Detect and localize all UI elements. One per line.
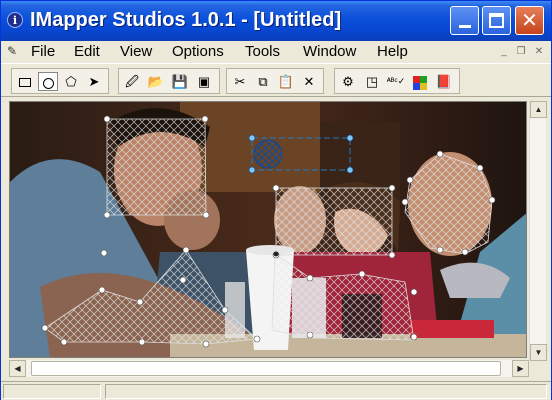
scroll-right-icon[interactable]: ▶ <box>512 360 529 377</box>
photo <box>10 102 526 357</box>
title-bar[interactable]: i IMapper Studios 1.0.1 - [Untitled] ✕ <box>1 1 551 41</box>
properties-icon[interactable]: ⚙ <box>338 72 358 91</box>
delete-icon[interactable]: ✕ <box>299 72 319 91</box>
menu-window[interactable]: Window <box>301 42 358 61</box>
document-menu-icon[interactable]: ✎ <box>7 44 23 58</box>
cut-icon[interactable]: ✂ <box>230 72 250 91</box>
scroll-left-icon[interactable]: ◀ <box>9 360 26 377</box>
mdi-restore-icon[interactable]: ❐ <box>514 45 528 58</box>
maximize-button[interactable] <box>482 6 511 35</box>
misc-tool-group: ⚙ ◳ ᴬᴮᶜ✓ 📕 <box>334 68 460 94</box>
horizontal-scrollbar[interactable]: ◀ ▶ <box>9 360 529 377</box>
polygon-icon[interactable]: ⬠ <box>61 72 81 91</box>
rectangle-icon[interactable] <box>15 72 35 91</box>
minimize-button[interactable] <box>450 6 479 35</box>
save-all-icon[interactable]: ▣ <box>194 72 214 91</box>
menu-tools[interactable]: Tools <box>243 42 282 61</box>
help-book-icon[interactable]: 📕 <box>434 72 454 91</box>
menu-bar: ✎ File Edit View Options Tools Window He… <box>1 41 551 62</box>
edit-tool-group: ✂ ⧉ 📋 ✕ <box>226 68 324 94</box>
menu-file[interactable]: File <box>29 42 57 61</box>
status-pane-2 <box>105 384 547 399</box>
arrow-pointer-icon[interactable]: ➤ <box>84 72 104 91</box>
save-icon[interactable]: 💾 <box>170 72 190 91</box>
menu-help[interactable]: Help <box>375 42 410 61</box>
window-title: IMapper Studios 1.0.1 - [Untitled] <box>30 9 342 31</box>
maximize-icon <box>489 13 504 28</box>
status-bar <box>1 381 551 400</box>
status-pane-1 <box>3 384 101 399</box>
scroll-down-icon[interactable]: ▼ <box>530 344 547 361</box>
color-palette-icon[interactable] <box>410 72 430 91</box>
menu-view[interactable]: View <box>118 42 154 61</box>
toolbar: ⬠ ➤ 🖉 📂 💾 ▣ ✂ ⧉ 📋 ✕ ⚙ ◳ ᴬᴮᶜ✓ 📕 <box>1 63 551 97</box>
copy-icon[interactable]: ⧉ <box>253 72 273 91</box>
scroll-thumb[interactable] <box>31 361 501 376</box>
spell-check-icon[interactable]: ᴬᴮᶜ✓ <box>386 72 406 91</box>
minimize-icon <box>459 25 471 28</box>
close-button[interactable]: ✕ <box>515 6 544 35</box>
info-icon[interactable]: i <box>7 12 23 28</box>
circle-icon[interactable] <box>38 72 58 91</box>
crop-icon[interactable]: ◳ <box>362 72 382 91</box>
edit-image-icon[interactable]: 🖉 <box>122 72 142 91</box>
paste-icon[interactable]: 📋 <box>276 72 296 91</box>
mdi-minimize-icon[interactable]: _ <box>497 45 511 58</box>
app-window: i IMapper Studios 1.0.1 - [Untitled] ✕ ✎… <box>0 0 552 400</box>
close-icon: ✕ <box>521 8 538 32</box>
menu-options[interactable]: Options <box>170 42 226 61</box>
scroll-up-icon[interactable]: ▲ <box>530 101 547 118</box>
vertical-scrollbar[interactable]: ▲ ▼ <box>529 101 547 361</box>
image-canvas[interactable] <box>9 101 527 358</box>
open-folder-icon[interactable]: 📂 <box>146 72 166 91</box>
mdi-close-icon[interactable]: ✕ <box>532 45 546 58</box>
menu-edit[interactable]: Edit <box>72 42 102 61</box>
file-tool-group: 🖉 📂 💾 ▣ <box>118 68 220 94</box>
shape-tool-group: ⬠ ➤ <box>11 68 109 94</box>
